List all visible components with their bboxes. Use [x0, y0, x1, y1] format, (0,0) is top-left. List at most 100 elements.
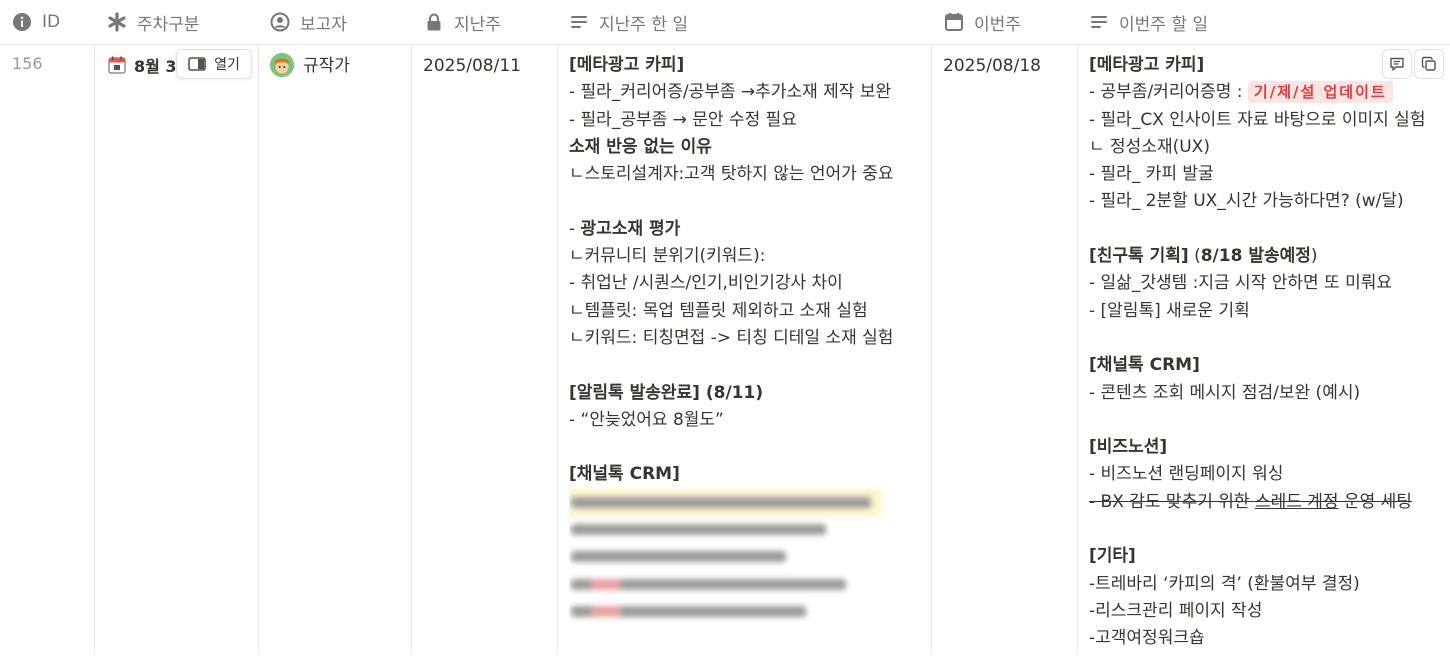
header-reporter[interactable]: 보고자: [270, 0, 347, 44]
text-line: - 필라_공부좀 → 문안 수정 필요: [569, 109, 797, 130]
text-line-empty: [569, 434, 927, 461]
text-line: - 필라_ 카피 발굴: [1089, 164, 1214, 185]
text-line: ㄴ키워드: 티칭면접 -> 티칭 디테일 소재 실험: [569, 327, 894, 348]
this-week-date: 2025/08/18: [943, 56, 1041, 76]
text-line: - 필라_ 2분할 UX_시간 가능하다면? (w/달): [1089, 191, 1404, 212]
week-label: 8월 3: [134, 57, 177, 76]
cell-id[interactable]: 156: [12, 54, 92, 663]
text-part: (: [1188, 246, 1201, 267]
text-lines-icon: [571, 16, 587, 28]
text-line: ㄴ템플릿: 목업 템플릿 제외하고 소재 실험: [569, 300, 868, 321]
header-this-week-label: 이번주: [974, 14, 1021, 35]
text-part: 운영 세팅: [1338, 491, 1412, 512]
person-icon: [270, 12, 290, 32]
copy-icon: [1421, 56, 1436, 71]
lock-icon: [427, 13, 441, 31]
open-button-label: 열기: [214, 57, 240, 73]
text-line: -고객여정워크숍: [1089, 628, 1205, 649]
blurred-redacted-text: [569, 488, 927, 625]
header-last-week-label: 지난주: [454, 14, 501, 35]
text-part: [알림톡 발송완료]: [569, 382, 700, 403]
header-week[interactable]: 주차구분: [107, 0, 200, 44]
header-this-week[interactable]: 이번주: [944, 0, 1021, 44]
cell-last-week-done[interactable]: [메타광고 카피] - 필라_커리어증/공부좀 →추가소재 제작 보완 - 필라…: [569, 52, 927, 661]
last-week-date: 2025/08/11: [423, 56, 521, 76]
text-part: 8/18 발송예정: [1200, 246, 1311, 267]
text-line: ㄴ커뮤니티 분위기(키워드):: [569, 246, 766, 267]
text-line: ㄴ 정성소재(UX): [1089, 136, 1210, 157]
calendar-date-icon: [108, 56, 126, 74]
asterisk-icon: [108, 12, 126, 32]
header-this-week-todo[interactable]: 이번주 할 일: [1089, 0, 1208, 44]
text-line: - 일삶_갓생템 :지금 시작 안하면 또 미뤄요: [1089, 273, 1393, 294]
text-lines-icon: [1091, 16, 1107, 28]
text-part: - BX 감도 맞추기 위한: [1089, 491, 1255, 512]
text-line: - [알림톡] 새로운 기획: [1089, 300, 1250, 321]
text-line: - 필라_CX 인사이트 자료 바탕으로 이미지 실험: [1089, 109, 1426, 130]
text-line: -리스크관리 페이지 작성: [1089, 600, 1263, 621]
text-line: - 취업난 /시퀀스/인기,비인기강사 차이: [569, 273, 843, 294]
column-divider: [557, 44, 558, 653]
text-line: - BX 감도 맞추기 위한 스레드 계정 운영 세팅: [1089, 489, 1450, 516]
highlight-tag: 기/제/설 업데이트: [1247, 81, 1393, 104]
text-line: [채널톡 CRM]: [1089, 355, 1200, 376]
column-divider: [1077, 44, 1078, 653]
text-line-empty: [569, 188, 927, 215]
reporter-name: 규작가: [303, 56, 350, 76]
text-part: (8/11): [699, 382, 764, 403]
text-line: [채널톡 CRM]: [569, 464, 680, 485]
text-part: [친구톡 기획]: [1089, 246, 1189, 267]
cell-this-week-date[interactable]: 2025/08/18: [943, 53, 1073, 662]
header-reporter-label: 보고자: [300, 14, 347, 35]
text-line: - 콘텐츠 조회 메시지 점검/보완 (예시): [1089, 382, 1361, 403]
avatar-face-icon: [270, 53, 294, 77]
text-line: [기타]: [1089, 546, 1136, 567]
row-id: 156: [12, 54, 43, 73]
text-line: [비즈노션]: [1089, 437, 1168, 458]
header-week-label: 주차구분: [137, 14, 200, 35]
header-this-week-todo-label: 이번주 할 일: [1119, 14, 1209, 35]
text-line: -트레바리 ‘카피의 격’ (환불여부 결정): [1089, 573, 1360, 594]
text-line: ㄴ스토리설계자:고객 탓하지 않는 언어가 중요: [569, 164, 894, 185]
side-peek-icon: [188, 57, 206, 71]
header-id[interactable]: ID: [12, 0, 60, 44]
text-part: ): [1310, 246, 1318, 267]
text-line: [친구톡 기획] (8/18 발송예정): [1089, 243, 1450, 270]
column-divider: [258, 44, 259, 653]
text-line: - 공부좀/커리어증명 : 기/제/설 업데이트: [1089, 79, 1450, 106]
avatar: [270, 53, 294, 77]
text-line: - 필라_커리어증/공부좀 →추가소재 제작 보완: [569, 82, 892, 103]
cell-last-week-date[interactable]: 2025/08/11: [423, 53, 553, 662]
text-part: 스레드 계정: [1254, 491, 1339, 512]
text-line-empty: [1089, 407, 1450, 434]
text-line: - 비즈노션 랜딩페이지 워싱: [1089, 464, 1284, 485]
calendar-icon: [945, 13, 963, 31]
text-line-empty: [1089, 216, 1450, 243]
header-id-label: ID: [42, 12, 61, 32]
header-last-week-done[interactable]: 지난주 한 일: [569, 0, 688, 44]
copy-button[interactable]: [1414, 49, 1444, 79]
text-line: 소재 반응 없는 이유: [569, 136, 712, 157]
table-header: ID 주차구분 보고자 지난주 지난주 한 일 이번주 이번주 할 일: [0, 0, 1450, 45]
text-part: -: [569, 218, 581, 239]
text-line: - “안늦었어요 8월도”: [569, 409, 724, 430]
text-line: - 광고소재 평가: [569, 216, 927, 243]
header-last-week[interactable]: 지난주: [424, 0, 501, 44]
comment-button[interactable]: [1382, 49, 1412, 79]
column-divider: [931, 44, 932, 653]
column-divider: [94, 44, 95, 653]
text-part: 광고소재 평가: [580, 218, 681, 239]
info-icon: [13, 13, 31, 31]
cell-week[interactable]: 8월 3: [108, 53, 256, 662]
text-line-empty: [1089, 325, 1450, 352]
text-line-empty: [569, 352, 927, 379]
cell-this-week-todo[interactable]: [메타광고 카피] - 공부좀/커리어증명 : 기/제/설 업데이트 - 필라_…: [1089, 52, 1450, 661]
text-line-empty: [1089, 516, 1450, 543]
text-line: [메타광고 카피]: [569, 55, 685, 75]
open-page-button[interactable]: 열기: [176, 49, 252, 79]
header-last-week-done-label: 지난주 한 일: [599, 14, 689, 35]
column-divider: [411, 44, 412, 653]
text-part: - 공부좀/커리어증명 :: [1089, 82, 1248, 103]
text-line: [알림톡 발송완료] (8/11): [569, 380, 927, 407]
cell-reporter[interactable]: 규작가: [303, 53, 403, 662]
